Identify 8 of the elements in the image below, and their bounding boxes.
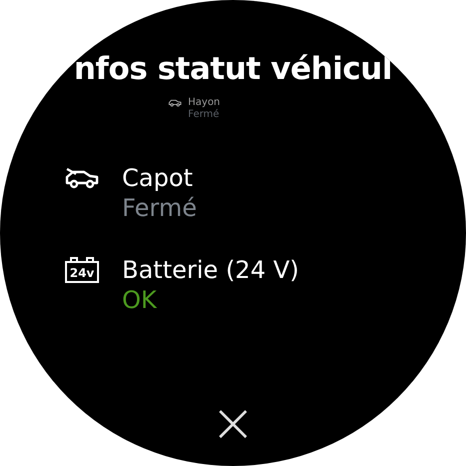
item-label: Capot (122, 162, 194, 192)
item-status: Fermé (122, 192, 197, 222)
item-status: Fermé (188, 108, 220, 120)
item-status: OK (122, 284, 158, 314)
item-label: Hayon (188, 96, 220, 108)
close-button[interactable]: × (204, 396, 262, 450)
item-label: Batterie (24 V) (122, 254, 299, 284)
screen-title: nfos statut véhicul (74, 50, 392, 89)
